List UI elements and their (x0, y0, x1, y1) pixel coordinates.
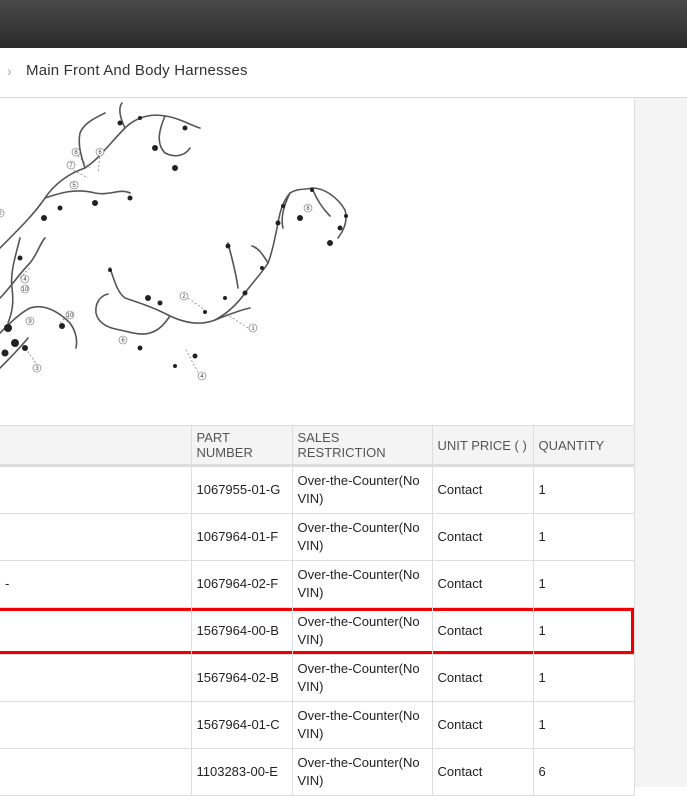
part-number-cell: 1067964-02-F (191, 560, 293, 608)
parts-table: PART NUMBER SALES RESTRICTION UNIT PRICE… (0, 425, 635, 796)
side-panel (634, 98, 687, 787)
description-cell (0, 654, 192, 702)
quantity-cell: 1 (533, 560, 635, 608)
part-number-cell: 1103283-00-E (191, 748, 293, 796)
sales-restriction-cell: Over-the-Counter(No VIN) (292, 513, 433, 561)
description-cell: - (0, 560, 192, 608)
description-cell (0, 513, 192, 561)
top-bar (0, 0, 687, 48)
callout-label: 10 (22, 287, 29, 293)
table-row[interactable]: 1567964-01-C Over-the-Counter(No VIN) Co… (0, 701, 635, 749)
unit-price-cell: Contact (432, 465, 534, 514)
quantity-cell: 6 (533, 748, 635, 796)
table-row[interactable]: 1103283-00-E Over-the-Counter(No VIN) Co… (0, 748, 635, 796)
column-header-part-number[interactable]: PART NUMBER (191, 425, 293, 467)
quantity-cell: 1 (533, 513, 635, 561)
column-header-quantity[interactable]: QUANTITY (533, 425, 635, 467)
harness-diagram[interactable]: 8 6 7 5 2 4 10 9 10 3 8 6 1 4 2 (0, 98, 634, 424)
description-cell (0, 701, 192, 749)
table-row[interactable]: 1067955-01-G Over-the-Counter(No VIN) Co… (0, 465, 635, 514)
part-number-cell: 1567964-00-B (191, 607, 293, 655)
column-header-description (0, 425, 192, 467)
unit-price-cell: Contact (432, 701, 534, 749)
callout-label: 10 (67, 313, 74, 319)
quantity-cell: 1 (533, 465, 635, 514)
table-row[interactable]: - 1067964-02-F Over-the-Counter(No VIN) … (0, 560, 635, 608)
part-number-cell: 1567964-01-C (191, 701, 293, 749)
sales-restriction-cell: Over-the-Counter(No VIN) (292, 465, 433, 514)
sales-restriction-cell: Over-the-Counter(No VIN) (292, 654, 433, 702)
quantity-cell: 1 (533, 701, 635, 749)
harness-diagram-drawing: 8 6 7 5 2 4 10 9 10 3 8 6 1 4 2 (0, 102, 348, 381)
description-cell (0, 465, 192, 514)
breadcrumb: › Main Front And Body Harnesses (0, 48, 687, 98)
table-row[interactable]: 1567964-02-B Over-the-Counter(No VIN) Co… (0, 654, 635, 702)
part-number-cell: 1067964-01-F (191, 513, 293, 561)
sales-restriction-cell: Over-the-Counter(No VIN) (292, 560, 433, 608)
callout-circles (0, 147, 313, 381)
page-title: Main Front And Body Harnesses (26, 62, 248, 79)
table-row[interactable]: 1067964-01-F Over-the-Counter(No VIN) Co… (0, 513, 635, 561)
unit-price-cell: Contact (432, 748, 534, 796)
table-row-highlighted[interactable]: 1567964-00-B Over-the-Counter(No VIN) Co… (0, 607, 635, 655)
part-number-cell: 1567964-02-B (191, 654, 293, 702)
column-header-sales-restriction[interactable]: SALES RESTRICTION (292, 425, 433, 467)
description-cell (0, 748, 192, 796)
unit-price-cell: Contact (432, 607, 534, 655)
part-number-cell: 1067955-01-G (191, 465, 293, 514)
table-header-row: PART NUMBER SALES RESTRICTION UNIT PRICE… (0, 425, 635, 467)
unit-price-cell: Contact (432, 513, 534, 561)
column-header-unit-price[interactable]: UNIT PRICE ( ) (432, 425, 534, 467)
description-cell (0, 607, 192, 655)
chevron-right-icon: › (7, 63, 12, 79)
sales-restriction-cell: Over-the-Counter(No VIN) (292, 748, 433, 796)
unit-price-cell: Contact (432, 560, 534, 608)
quantity-cell: 1 (533, 654, 635, 702)
sales-restriction-cell: Over-the-Counter(No VIN) (292, 607, 433, 655)
unit-price-cell: Contact (432, 654, 534, 702)
quantity-cell: 1 (533, 607, 635, 655)
sales-restriction-cell: Over-the-Counter(No VIN) (292, 701, 433, 749)
